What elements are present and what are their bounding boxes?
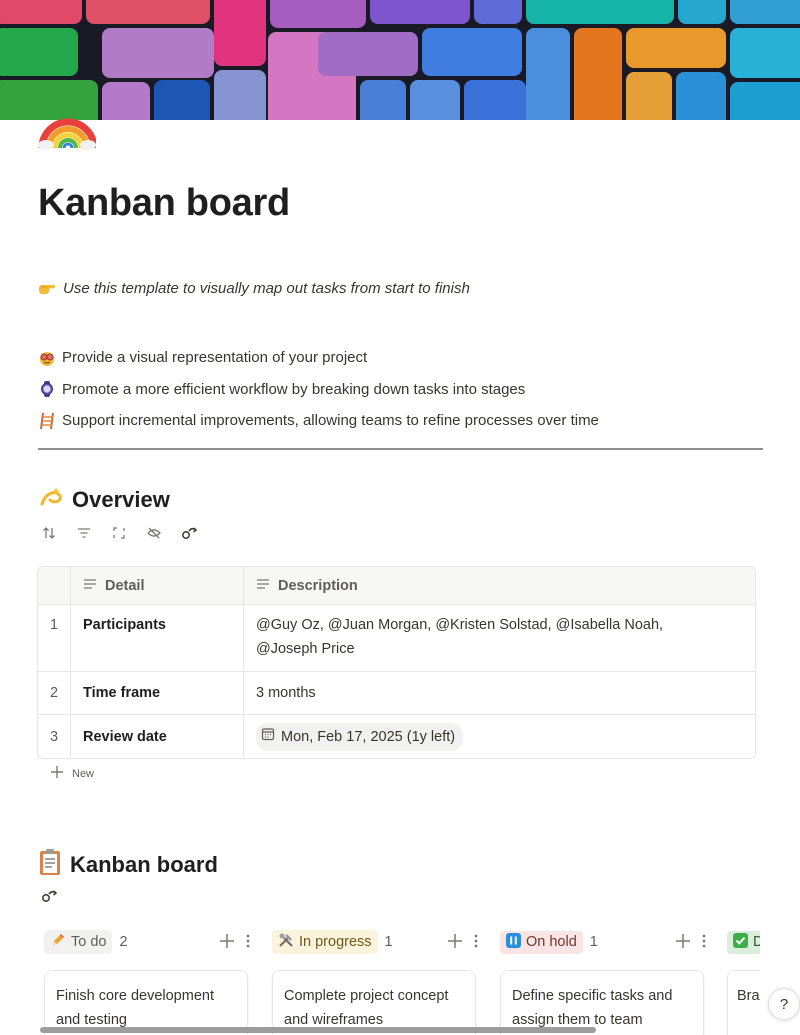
link-icon[interactable] [180,524,198,542]
link-icon[interactable] [41,888,58,909]
column-header-label: Description [278,577,358,594]
expand-icon[interactable] [110,524,128,542]
dizzy-icon [38,484,64,516]
hidden-icon[interactable] [145,524,163,542]
table-header-row: Detail Description [38,567,755,604]
pause-icon [506,932,521,952]
table-row[interactable]: 3 Review date Mon, Feb 17, 2025 (1y left… [38,714,755,758]
kanban-heading-text: Kanban board [70,852,218,877]
watch-icon [38,380,56,398]
rainbow-icon[interactable] [38,96,98,150]
more-icon[interactable] [474,931,478,954]
plus-icon[interactable] [448,931,462,954]
kanban-board: To do 2 Finish core development and test… [44,928,760,1035]
divider [38,448,763,450]
plus-icon[interactable] [220,931,234,954]
status-tag[interactable]: On hold [500,930,583,954]
kanban-heading[interactable]: Kanban board [38,848,218,882]
overview-table: Detail Description 1 Participants @Guy O… [37,566,756,759]
help-button[interactable]: ? [768,988,800,1020]
check-icon [733,932,748,952]
column-header[interactable]: D [727,928,760,956]
date-text: Mon, Feb 17, 2025 (1y left) [281,728,456,745]
status-label: D [753,934,760,950]
column-header[interactable]: On hold 1 [500,928,706,956]
column-header[interactable]: To do 2 [44,928,250,956]
description-cell[interactable]: @Guy Oz, @Juan Morgan, @Kristen Solstad,… [244,605,755,671]
kanban-column: On hold 1 Define specific tasks and assi… [500,928,706,1035]
kanban-card[interactable]: Complete project concept and wireframes [272,970,476,1035]
kanban-column: To do 2 Finish core development and test… [44,928,250,1035]
database-toolbar [40,524,198,542]
more-icon[interactable] [246,931,250,954]
row-number: 2 [38,672,71,714]
kanban-card[interactable]: Define specific tasks and assign them to… [500,970,704,1035]
filter-icon[interactable] [75,524,93,542]
column-actions [220,931,250,954]
overview-heading[interactable]: Overview [38,484,170,516]
column-count: 2 [119,934,128,950]
date-pill[interactable]: Mon, Feb 17, 2025 (1y left) [256,722,464,751]
bullet-text: Promote a more efficient workflow by bre… [62,380,526,398]
tools-icon [278,932,294,952]
column-header-label: Detail [105,577,145,594]
row-number-header [38,567,71,604]
column-header-description[interactable]: Description [244,567,755,604]
pointing-hand-icon [38,279,56,297]
text-property-icon [256,574,270,598]
overview-heading-text: Overview [72,487,170,512]
goggles-face-icon [38,349,56,367]
bullet-text: Support incremental improvements, allowi… [62,412,599,430]
ladder-icon [38,412,56,430]
detail-cell[interactable]: Participants [71,605,244,671]
new-row-button[interactable]: New [50,765,94,782]
row-number: 3 [38,715,71,758]
column-actions [676,931,706,954]
column-header[interactable]: In progress 1 [272,928,478,956]
kanban-card[interactable]: Finish core development and testing [44,970,248,1035]
kanban-card[interactable]: Brai acti [727,970,760,1035]
table-row[interactable]: 1 Participants @Guy Oz, @Juan Morgan, @K… [38,604,755,671]
kanban-column: In progress 1 Complete project concept a… [272,928,478,1035]
status-label: On hold [526,934,577,950]
bullet-item: Support incremental improvements, allowi… [38,405,599,437]
page-title[interactable]: Kanban board [38,182,290,225]
column-header-detail[interactable]: Detail [71,567,244,604]
horizontal-scrollbar[interactable] [40,1027,596,1033]
description-cell[interactable]: 3 months [244,672,755,714]
callout: Use this template to visually map out ta… [38,279,470,297]
calendar-icon [261,725,275,749]
description-cell[interactable]: Mon, Feb 17, 2025 (1y left) [244,715,755,758]
bullet-item: Promote a more efficient workflow by bre… [38,374,599,406]
row-number: 1 [38,605,71,671]
plus-icon [50,765,64,782]
column-count: 1 [384,934,393,950]
bullet-text: Provide a visual representation of your … [62,349,368,367]
status-tag[interactable]: D [727,930,760,954]
kanban-column: D Brai acti [727,928,760,1035]
clipboard-icon [38,848,62,882]
detail-cell[interactable]: Review date [71,715,244,758]
pencil-icon [50,932,66,952]
callout-text: Use this template to visually map out ta… [63,279,470,297]
text-property-icon [83,578,97,594]
sort-icon[interactable] [40,524,58,542]
status-label: In progress [299,934,372,950]
cover-image [0,0,800,120]
detail-cell[interactable]: Time frame [71,672,244,714]
new-row-label: New [72,767,95,780]
status-tag[interactable]: In progress [272,930,378,954]
status-tag[interactable]: To do [44,930,113,954]
table-row[interactable]: 2 Time frame 3 months [38,671,755,714]
more-icon[interactable] [702,931,706,954]
bullet-list: Provide a visual representation of your … [38,342,599,437]
column-count: 1 [589,934,598,950]
column-actions [448,931,478,954]
status-label: To do [71,934,107,950]
bullet-item: Provide a visual representation of your … [38,342,599,374]
plus-icon[interactable] [676,931,690,954]
